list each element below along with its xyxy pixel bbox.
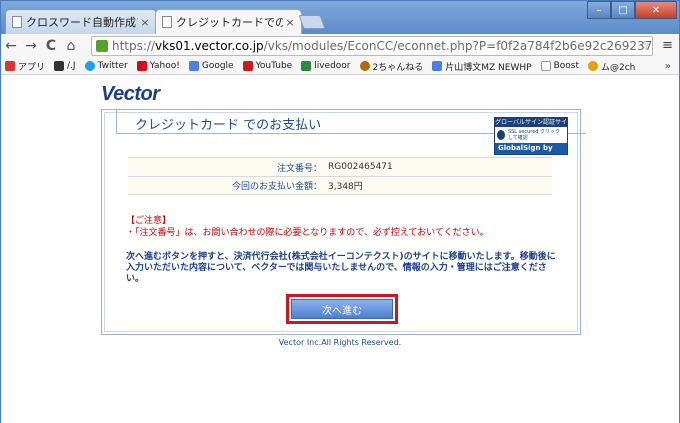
youtube-icon — [242, 61, 253, 71]
home-icon[interactable]: ⌂ — [61, 38, 81, 54]
mu2ch-icon — [587, 61, 598, 71]
maximize-button[interactable]: □ — [611, 1, 635, 19]
bookmarks-more-icon[interactable]: » — [665, 61, 671, 72]
seal-brand: GlobalSign by GMO — [495, 143, 567, 163]
page-title: クレジットカード でのお支払い — [135, 118, 322, 133]
amount-label: 今回のお支払い金額： — [231, 182, 322, 192]
bookmark-youtube[interactable]: YouTube — [242, 61, 292, 71]
bookmark-boost[interactable]: Boost — [540, 61, 579, 71]
minimize-button[interactable]: – — [587, 1, 611, 19]
back-icon[interactable]: ← — [1, 38, 21, 54]
twitter-icon — [84, 61, 95, 71]
google-icon — [432, 61, 443, 71]
caution-heading: 【ご注意】 — [126, 216, 172, 226]
url-scheme: https:// — [112, 39, 156, 53]
livedoor-icon — [301, 61, 312, 71]
order-info-table: 注文番号： RG002465471 今回のお支払い金額： 3,348円 — [128, 157, 552, 195]
tab-credit-card[interactable]: クレジットカードでのお支払い × — [155, 9, 302, 34]
bookmark-twitter[interactable]: Twitter — [84, 61, 128, 71]
tab-label: クロスワード自動作成ソフト「 — [26, 16, 138, 29]
page-icon — [12, 16, 22, 28]
bookmark-livedoor[interactable]: livedoor — [301, 61, 351, 71]
vector-logo[interactable]: Vector — [101, 83, 160, 106]
redirect-notice: 次へ進むボタンを押すと、決済代行会社(株式会社イーコンテクスト)のサイトに移動い… — [126, 252, 556, 284]
globalsign-seal[interactable]: グローバルサイン認証サイト SSL secured クリックして確認 Globa… — [494, 117, 568, 163]
apps-icon — [5, 61, 15, 71]
order-number-label: 注文番号： — [276, 163, 322, 174]
table-row: 今回のお支払い金額： 3,348円 — [128, 176, 552, 195]
bookmark-google[interactable]: Google — [188, 61, 234, 71]
next-button-highlight: 次へ進む — [286, 294, 398, 324]
lock-icon — [96, 40, 108, 52]
table-row: 注文番号： RG002465471 — [128, 157, 552, 176]
bookmark-mu2ch[interactable]: ム@2ch — [587, 60, 635, 73]
forward-icon[interactable]: → — [21, 38, 41, 54]
payment-panel: クレジットカード でのお支払い グローバルサイン認証サイト SSL secure… — [101, 109, 586, 335]
address-bar[interactable]: https:// vks01.vector.co.jp /vks/modules… — [91, 36, 653, 56]
close-tab-icon[interactable]: × — [138, 16, 152, 29]
toolbar: ← → C ⌂ https:// vks01.vector.co.jp /vks… — [1, 34, 679, 58]
next-button[interactable]: 次へ進む — [291, 299, 393, 319]
new-tab-button[interactable] — [298, 15, 326, 29]
browser-window: クロスワード自動作成ソフト「 × クレジットカードでのお支払い × – □ ✕ … — [0, 0, 680, 423]
caution-block: 【ご注意】 ・「注文番号」は、お問い合わせの際に必要となりますので、必ず控えてお… — [126, 215, 489, 239]
google-icon — [188, 61, 199, 71]
caution-text: ・「注文番号」は、お問い合わせの際に必要となりますので、必ず控えておいてください… — [126, 228, 489, 238]
bookmark-slashdot[interactable]: /.J — [54, 61, 76, 71]
window-controls: – □ ✕ — [587, 1, 677, 19]
star-icon[interactable]: ☆ — [638, 39, 650, 54]
amount-value: 3,348円 — [328, 182, 363, 192]
slashdot-icon — [54, 61, 65, 71]
tab-crossword[interactable]: クロスワード自動作成ソフト「 × — [5, 9, 157, 34]
bookmarks-bar: アプリ /.J Twitter Yahoo! Google YouTube li… — [1, 58, 679, 75]
page-content: Vector クレジットカード でのお支払い グローバルサイン認証サイト SSL… — [1, 76, 679, 423]
close-tab-icon[interactable]: × — [283, 16, 297, 29]
tab-label: クレジットカードでのお支払い — [176, 16, 283, 29]
globe-icon — [497, 130, 505, 140]
url-host: vks01.vector.co.jp — [155, 39, 264, 53]
page-icon — [162, 16, 172, 28]
menu-icon[interactable]: ≡ — [662, 38, 673, 53]
order-number-value: RG002465471 — [328, 162, 393, 172]
tab-strip: クロスワード自動作成ソフト「 × クレジットカードでのお支払い × – □ ✕ — [1, 1, 679, 34]
url-path: /vks/modules/EconCC/econnet.php?P=f0f2a7… — [263, 39, 652, 53]
footer-copyright: Vector Inc.All Rights Reserved. — [278, 338, 402, 347]
seal-ssl-text: SSL secured クリックして確認 — [507, 129, 561, 141]
close-window-button[interactable]: ✕ — [635, 1, 677, 19]
page-icon — [540, 61, 551, 71]
bookmark-yahoo[interactable]: Yahoo! — [136, 61, 180, 71]
bookmark-apps[interactable]: アプリ — [5, 60, 45, 73]
bookmark-2ch[interactable]: 2ちゃんねる — [359, 60, 423, 73]
reload-icon[interactable]: C — [41, 38, 61, 54]
seal-heading: グローバルサイン認証サイト — [495, 118, 567, 135]
bookmark-katayama[interactable]: 片山博文MZ NEWHP — [432, 60, 532, 73]
yahoo-icon — [136, 61, 147, 71]
2ch-icon — [359, 61, 370, 71]
